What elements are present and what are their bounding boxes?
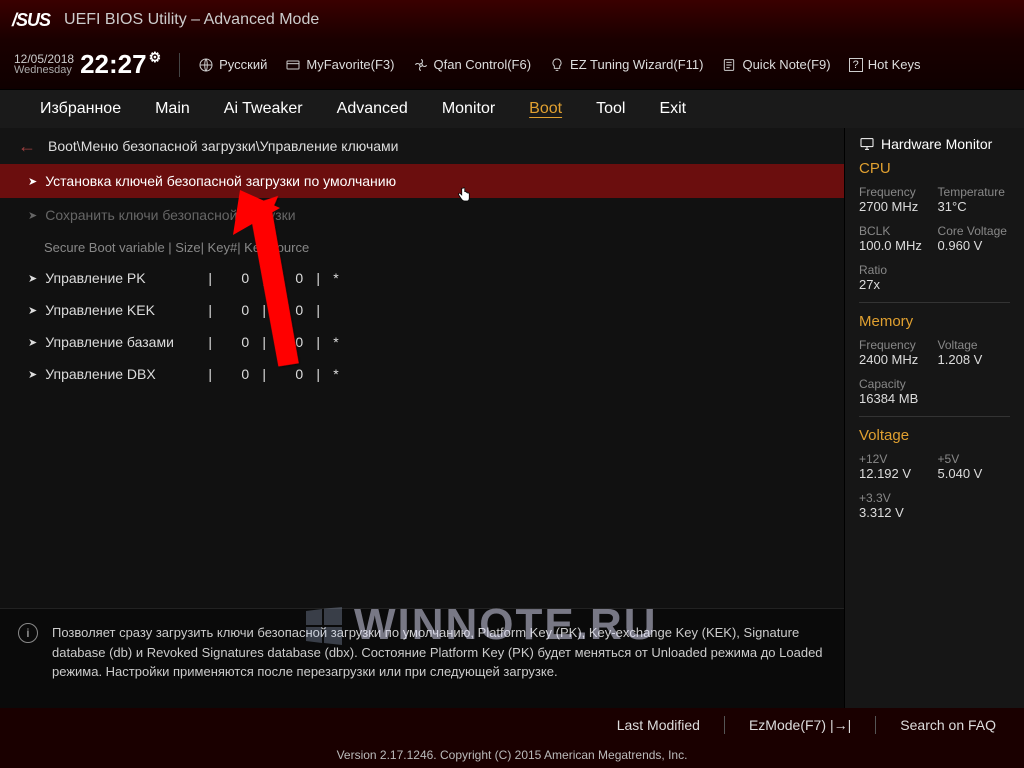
chevron-right-icon: ➤ [28, 209, 37, 222]
myfavorite-button[interactable]: MyFavorite(F3) [285, 57, 394, 73]
menu-save-keys: ➤Сохранить ключи безопасной загрузки [0, 198, 844, 232]
brand-logo: /SUS [12, 10, 50, 31]
tab-tool[interactable]: Tool [596, 100, 625, 118]
util-title: UEFI BIOS Utility – Advanced Mode [64, 11, 319, 29]
hotkeys-button[interactable]: ? Hot Keys [849, 57, 921, 72]
tab-aitweaker[interactable]: Ai Tweaker [224, 100, 303, 118]
row-kek[interactable]: ➤Управление KEK|0|0| [0, 294, 844, 326]
info-icon: i [18, 623, 38, 643]
toolbar: 12/05/2018 Wednesday 22:27⚙ Русский MyFa… [0, 40, 1024, 90]
note-icon [721, 57, 737, 73]
tab-exit[interactable]: Exit [659, 100, 686, 118]
cpu-section: CPU [859, 160, 1010, 177]
row-db[interactable]: ➤Управление базами|0|0|* [0, 326, 844, 358]
voltage-section: Voltage [859, 427, 1010, 444]
hw-monitor-pane: Hardware Monitor CPU Frequency2700 MHzTe… [844, 128, 1024, 708]
language-button[interactable]: Русский [198, 57, 267, 73]
chevron-right-icon: ➤ [28, 304, 37, 317]
chevron-right-icon: ➤ [28, 368, 37, 381]
tab-bar: Избранное Main Ai Tweaker Advanced Monit… [0, 90, 1024, 128]
eztuning-button[interactable]: EZ Tuning Wizard(F11) [549, 57, 703, 73]
last-modified-button[interactable]: Last Modified [617, 717, 700, 733]
chevron-right-icon: ➤ [28, 272, 37, 285]
chevron-right-icon: ➤ [28, 336, 37, 349]
switch-icon: |→| [830, 717, 851, 733]
card-icon [285, 57, 301, 73]
bulb-icon [549, 57, 565, 73]
qfan-button[interactable]: Qfan Control(F6) [413, 57, 532, 73]
row-pk[interactable]: ➤Управление PK|0|0|* [0, 262, 844, 294]
hw-title: Hardware Monitor [859, 136, 1010, 152]
ezmode-button[interactable]: EzMode(F7)|→| [749, 717, 851, 733]
gear-icon[interactable]: ⚙ [149, 49, 162, 66]
chevron-right-icon: ➤ [28, 175, 37, 188]
globe-icon [198, 57, 214, 73]
help-box: i Позволяет сразу загрузить ключи безопа… [0, 608, 844, 708]
breadcrumb: Boot\Меню безопасной загрузки\Управление… [48, 138, 398, 154]
footer: Last Modified EzMode(F7)|→| Search on FA… [0, 708, 1024, 768]
time: 22:27⚙ [80, 49, 161, 80]
fan-icon [413, 57, 429, 73]
back-arrow-icon[interactable]: ← [18, 136, 36, 157]
version-text: Version 2.17.1246. Copyright (C) 2015 Am… [0, 742, 1024, 768]
variable-header: Secure Boot variable | Size| Key#| Key s… [0, 232, 844, 262]
search-faq-button[interactable]: Search on FAQ [900, 717, 996, 733]
tab-advanced[interactable]: Advanced [337, 100, 408, 118]
tab-favorites[interactable]: Избранное [40, 100, 121, 118]
memory-section: Memory [859, 313, 1010, 330]
day: Wednesday [14, 65, 74, 76]
title-bar: /SUS UEFI BIOS Utility – Advanced Mode [0, 0, 1024, 40]
question-icon: ? [849, 58, 863, 72]
monitor-icon [859, 136, 875, 152]
menu-install-default-keys[interactable]: ➤Установка ключей безопасной загрузки по… [0, 164, 844, 198]
tab-monitor[interactable]: Monitor [442, 100, 495, 118]
row-dbx[interactable]: ➤Управление DBX|0|0|* [0, 358, 844, 390]
main-pane: ← Boot\Меню безопасной загрузки\Управлен… [0, 128, 844, 708]
tab-boot[interactable]: Boot [529, 100, 562, 118]
tab-main[interactable]: Main [155, 100, 190, 118]
quicknote-button[interactable]: Quick Note(F9) [721, 57, 830, 73]
